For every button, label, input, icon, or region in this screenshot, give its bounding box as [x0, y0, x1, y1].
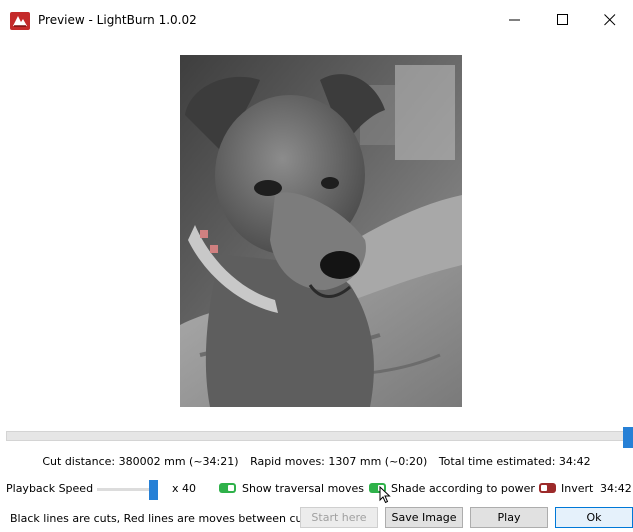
show-traversal-label[interactable]: Show traversal moves: [242, 482, 364, 495]
playback-progress-track[interactable]: [6, 431, 626, 441]
lightburn-app-icon: [10, 12, 30, 30]
stats-line: Cut distance: 380002 mm (~34:21) Rapid m…: [0, 455, 633, 468]
save-image-button[interactable]: Save Image: [385, 507, 463, 528]
start-here-button[interactable]: Start here: [300, 507, 378, 528]
footer-bar: Black lines are cuts, Red lines are move…: [0, 506, 633, 530]
time-readout: 34:42: [600, 482, 632, 495]
maximize-icon: [557, 14, 568, 25]
show-traversal-toggle[interactable]: [219, 483, 236, 493]
total-time-text: Total time estimated: 34:42: [438, 455, 591, 468]
invert-label[interactable]: Invert: [561, 482, 593, 495]
close-icon: [604, 14, 616, 26]
close-button[interactable]: [587, 0, 633, 40]
minimize-icon: [509, 19, 520, 21]
window-title: Preview - LightBurn 1.0.02: [38, 13, 197, 27]
playback-speed-label: Playback Speed: [6, 482, 94, 495]
legend-note: Black lines are cuts, Red lines are move…: [10, 512, 313, 525]
preview-window: Preview - LightBurn 1.0.02 Cut distance:…: [0, 0, 633, 532]
controls-row: Playback Speed x 40 Show traversal moves…: [0, 478, 633, 500]
playback-speed-handle[interactable]: [149, 480, 158, 500]
rapid-moves-text: Rapid moves: 1307 mm (~0:20): [250, 455, 428, 468]
minimize-button[interactable]: [492, 0, 538, 40]
preview-canvas: [0, 40, 633, 420]
title-bar: Preview - LightBurn 1.0.02: [0, 0, 633, 40]
invert-toggle[interactable]: [539, 483, 556, 493]
mouse-cursor-icon: [379, 486, 391, 504]
shade-power-label[interactable]: Shade according to power: [391, 482, 535, 495]
playback-progress-handle[interactable]: [623, 427, 633, 448]
play-button[interactable]: Play: [470, 507, 548, 528]
playback-speed-track[interactable]: [97, 488, 157, 491]
playback-speed-value: x 40: [172, 482, 197, 495]
cut-distance-text: Cut distance: 380002 mm (~34:21): [42, 455, 239, 468]
engraving-preview-image: [180, 55, 462, 407]
ok-button[interactable]: Ok: [555, 507, 633, 528]
maximize-button[interactable]: [540, 0, 586, 40]
